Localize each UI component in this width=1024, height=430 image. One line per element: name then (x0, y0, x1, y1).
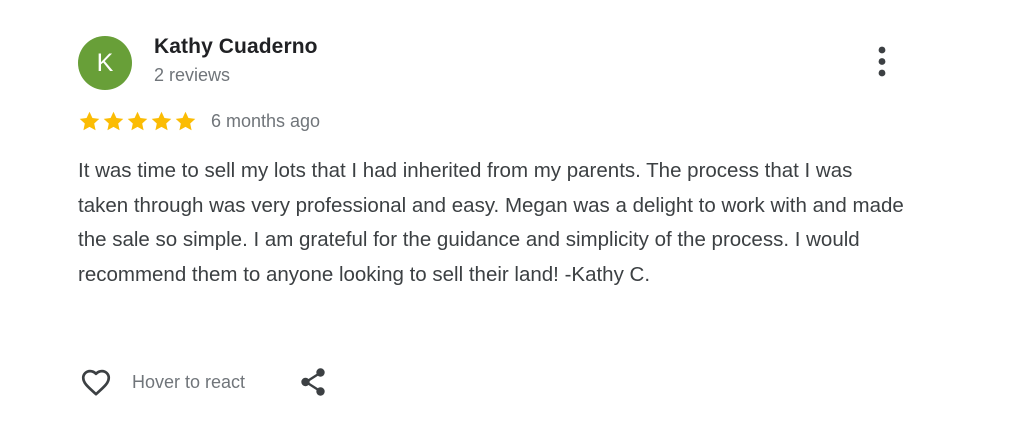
review-card: K Kathy Cuaderno 2 reviews 6 months ago … (0, 0, 1024, 430)
review-count: 2 reviews (154, 65, 231, 85)
review-actions: Hover to react (78, 364, 328, 400)
avatar[interactable]: K (78, 36, 132, 90)
share-button[interactable] (298, 366, 328, 398)
star-icon (150, 110, 173, 133)
reviewer-name[interactable]: Kathy Cuaderno (154, 35, 318, 59)
more-vert-icon (878, 46, 886, 77)
review-date: 6 months ago (211, 111, 321, 131)
star-icon (174, 110, 197, 133)
react-label[interactable]: Hover to react (132, 372, 245, 393)
star-icon (102, 110, 125, 133)
star-icon (78, 110, 101, 133)
review-text: It was time to sell my lots that I had i… (78, 159, 904, 286)
rating-row: 6 months ago (78, 108, 320, 134)
like-button[interactable]: Hover to react (78, 365, 245, 399)
heart-outline-icon (81, 369, 111, 396)
more-options-button[interactable] (868, 44, 896, 80)
share-icon (301, 368, 325, 396)
star-rating (78, 108, 198, 134)
star-icon (126, 110, 149, 133)
